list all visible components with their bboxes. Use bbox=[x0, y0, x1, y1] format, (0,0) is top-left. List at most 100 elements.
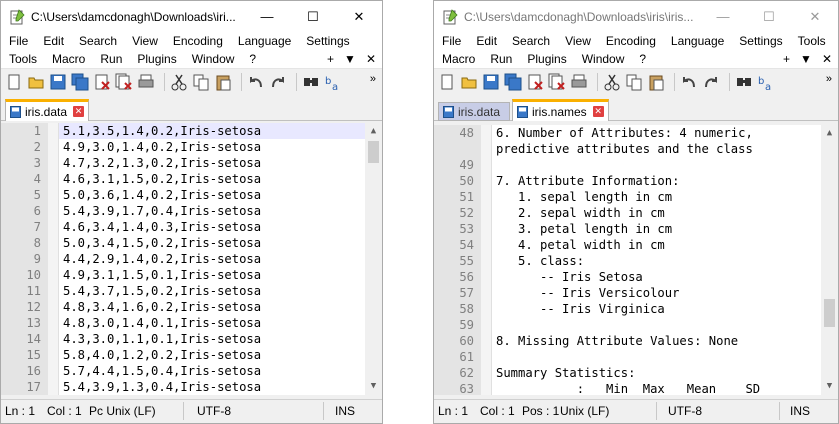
toolbar-overflow-icon[interactable]: » bbox=[826, 73, 832, 85]
editor-line[interactable]: predictive attributes and the class bbox=[434, 141, 838, 157]
title-bar[interactable]: C:\Users\damcdonagh\Downloads\iris\iris.… bbox=[434, 1, 838, 32]
close-all-icon[interactable] bbox=[115, 73, 133, 91]
editor-line[interactable]: 6 5.4,3.9,1.7,0.4,Iris-setosa bbox=[1, 203, 382, 219]
menu-view[interactable]: View bbox=[565, 34, 591, 48]
status-insert-mode[interactable]: INS bbox=[335, 404, 355, 418]
copy-icon[interactable] bbox=[192, 73, 210, 91]
menu-view[interactable]: View bbox=[132, 34, 158, 48]
editor-line[interactable]: 14 4.3,3.0,1.1,0.1,Iris-setosa bbox=[1, 331, 382, 347]
editor-line[interactable]: 10 4.9,3.1,1.5,0.1,Iris-setosa bbox=[1, 267, 382, 283]
status-insert-mode[interactable]: INS bbox=[790, 404, 810, 418]
menu-search[interactable]: Search bbox=[79, 34, 117, 48]
menu-settings[interactable]: Settings bbox=[739, 34, 782, 48]
new-file-icon[interactable] bbox=[438, 73, 456, 91]
close-window-button[interactable]: ✕ bbox=[336, 1, 382, 32]
editor-line[interactable]: 61 bbox=[434, 349, 838, 365]
close-icon[interactable] bbox=[526, 73, 544, 91]
scroll-down-icon[interactable]: ▼ bbox=[821, 378, 838, 395]
open-file-icon[interactable] bbox=[27, 73, 45, 91]
redo-icon[interactable] bbox=[702, 73, 720, 91]
editor-line[interactable]: 58 -- Iris Virginica bbox=[434, 301, 838, 317]
vertical-scrollbar[interactable]: ▲ ▼ bbox=[821, 125, 838, 395]
menu-help[interactable]: ? bbox=[639, 52, 646, 66]
menu-language[interactable]: Language bbox=[671, 34, 724, 48]
menu-macro[interactable]: Macro bbox=[52, 52, 85, 66]
scroll-thumb[interactable] bbox=[368, 141, 379, 163]
scroll-thumb[interactable] bbox=[824, 299, 835, 327]
tab-iris-names[interactable]: iris.names ✕ bbox=[512, 99, 609, 121]
editor-line[interactable]: 63 : Min Max Mean SD bbox=[434, 381, 838, 395]
text-editor[interactable]: 1 5.1,3.5,1.4,0.2,Iris-setosa 2 4.9,3.0,1.4… bbox=[1, 123, 382, 395]
menu-run[interactable]: Run bbox=[100, 52, 122, 66]
close-window-button[interactable]: ✕ bbox=[792, 1, 838, 32]
new-doc-plus-button[interactable]: + bbox=[327, 52, 334, 66]
editor-line[interactable]: 53 3. petal length in cm bbox=[434, 221, 838, 237]
scroll-down-icon[interactable]: ▼ bbox=[365, 378, 382, 395]
doc-list-dropdown-button[interactable]: ▼ bbox=[800, 52, 812, 66]
title-bar[interactable]: C:\Users\damcdonagh\Downloads\iri... — ☐… bbox=[1, 1, 382, 32]
menu-encoding[interactable]: Encoding bbox=[173, 34, 223, 48]
editor-line[interactable]: 62 Summary Statistics: bbox=[434, 365, 838, 381]
editor-line[interactable]: 5 5.0,3.6,1.4,0.2,Iris-setosa bbox=[1, 187, 382, 203]
menu-file[interactable]: File bbox=[442, 34, 461, 48]
undo-icon[interactable] bbox=[680, 73, 698, 91]
menu-search[interactable]: Search bbox=[512, 34, 550, 48]
status-encoding[interactable]: UTF-8 bbox=[668, 404, 702, 418]
new-file-icon[interactable] bbox=[5, 73, 23, 91]
replace-icon[interactable]: ba bbox=[757, 73, 775, 93]
editor-line[interactable]: 7 4.6,3.4,1.4,0.3,Iris-setosa bbox=[1, 219, 382, 235]
editor-line[interactable]: 9 4.4,2.9,1.4,0.2,Iris-setosa bbox=[1, 251, 382, 267]
menu-file[interactable]: File bbox=[9, 34, 28, 48]
print-icon[interactable] bbox=[137, 73, 155, 91]
scroll-up-icon[interactable]: ▲ bbox=[365, 123, 382, 140]
paste-icon[interactable] bbox=[647, 73, 665, 91]
editor-line[interactable]: 59 bbox=[434, 317, 838, 333]
menu-run[interactable]: Run bbox=[490, 52, 512, 66]
find-icon[interactable] bbox=[735, 73, 753, 91]
paste-icon[interactable] bbox=[214, 73, 232, 91]
close-doc-button[interactable]: ✕ bbox=[366, 52, 376, 66]
editor-line[interactable]: 17 5.4,3.9,1.3,0.4,Iris-setosa bbox=[1, 379, 382, 395]
editor-line[interactable]: 52 2. sepal width in cm bbox=[434, 205, 838, 221]
menu-macro[interactable]: Macro bbox=[442, 52, 475, 66]
redo-icon[interactable] bbox=[269, 73, 287, 91]
close-all-icon[interactable] bbox=[548, 73, 566, 91]
editor-line[interactable]: 4 4.6,3.1,1.5,0.2,Iris-setosa bbox=[1, 171, 382, 187]
save-icon[interactable] bbox=[49, 73, 67, 91]
close-doc-button[interactable]: ✕ bbox=[822, 52, 832, 66]
menu-language[interactable]: Language bbox=[238, 34, 291, 48]
tab-close-icon[interactable]: ✕ bbox=[592, 106, 604, 117]
scroll-up-icon[interactable]: ▲ bbox=[821, 125, 838, 142]
tab-iris-data[interactable]: iris.data bbox=[438, 102, 510, 121]
editor-line[interactable]: 12 4.8,3.4,1.6,0.2,Iris-setosa bbox=[1, 299, 382, 315]
menu-tools[interactable]: Tools bbox=[798, 34, 826, 48]
editor-line[interactable]: 56 -- Iris Setosa bbox=[434, 269, 838, 285]
save-icon[interactable] bbox=[482, 73, 500, 91]
maximize-button[interactable]: ☐ bbox=[746, 1, 792, 32]
text-editor[interactable]: 48 6. Number of Attributes: 4 numeric, pre… bbox=[434, 125, 838, 395]
editor-line[interactable]: 54 4. petal width in cm bbox=[434, 237, 838, 253]
editor-line[interactable]: 60 8. Missing Attribute Values: None bbox=[434, 333, 838, 349]
cut-icon[interactable] bbox=[603, 73, 621, 91]
menu-window[interactable]: Window bbox=[582, 52, 625, 66]
tab-close-icon[interactable]: ✕ bbox=[73, 106, 85, 117]
editor-line[interactable]: 3 4.7,3.2,1.3,0.2,Iris-setosa bbox=[1, 155, 382, 171]
status-eol[interactable]: Pc Unix (LF) bbox=[89, 404, 156, 418]
status-encoding[interactable]: UTF-8 bbox=[197, 404, 231, 418]
cut-icon[interactable] bbox=[170, 73, 188, 91]
save-all-icon[interactable] bbox=[71, 73, 89, 91]
editor-line[interactable]: 50 7. Attribute Information: bbox=[434, 173, 838, 189]
open-file-icon[interactable] bbox=[460, 73, 478, 91]
doc-list-dropdown-button[interactable]: ▼ bbox=[344, 52, 356, 66]
undo-icon[interactable] bbox=[247, 73, 265, 91]
minimize-button[interactable]: — bbox=[700, 1, 746, 32]
new-doc-plus-button[interactable]: + bbox=[783, 52, 790, 66]
toolbar-overflow-icon[interactable]: » bbox=[370, 73, 376, 85]
minimize-button[interactable]: — bbox=[244, 1, 290, 32]
menu-edit[interactable]: Edit bbox=[43, 34, 64, 48]
editor-line[interactable]: 55 5. class: bbox=[434, 253, 838, 269]
editor-line[interactable]: 48 6. Number of Attributes: 4 numeric, bbox=[434, 125, 838, 141]
menu-edit[interactable]: Edit bbox=[476, 34, 497, 48]
find-icon[interactable] bbox=[302, 73, 320, 91]
print-icon[interactable] bbox=[570, 73, 588, 91]
